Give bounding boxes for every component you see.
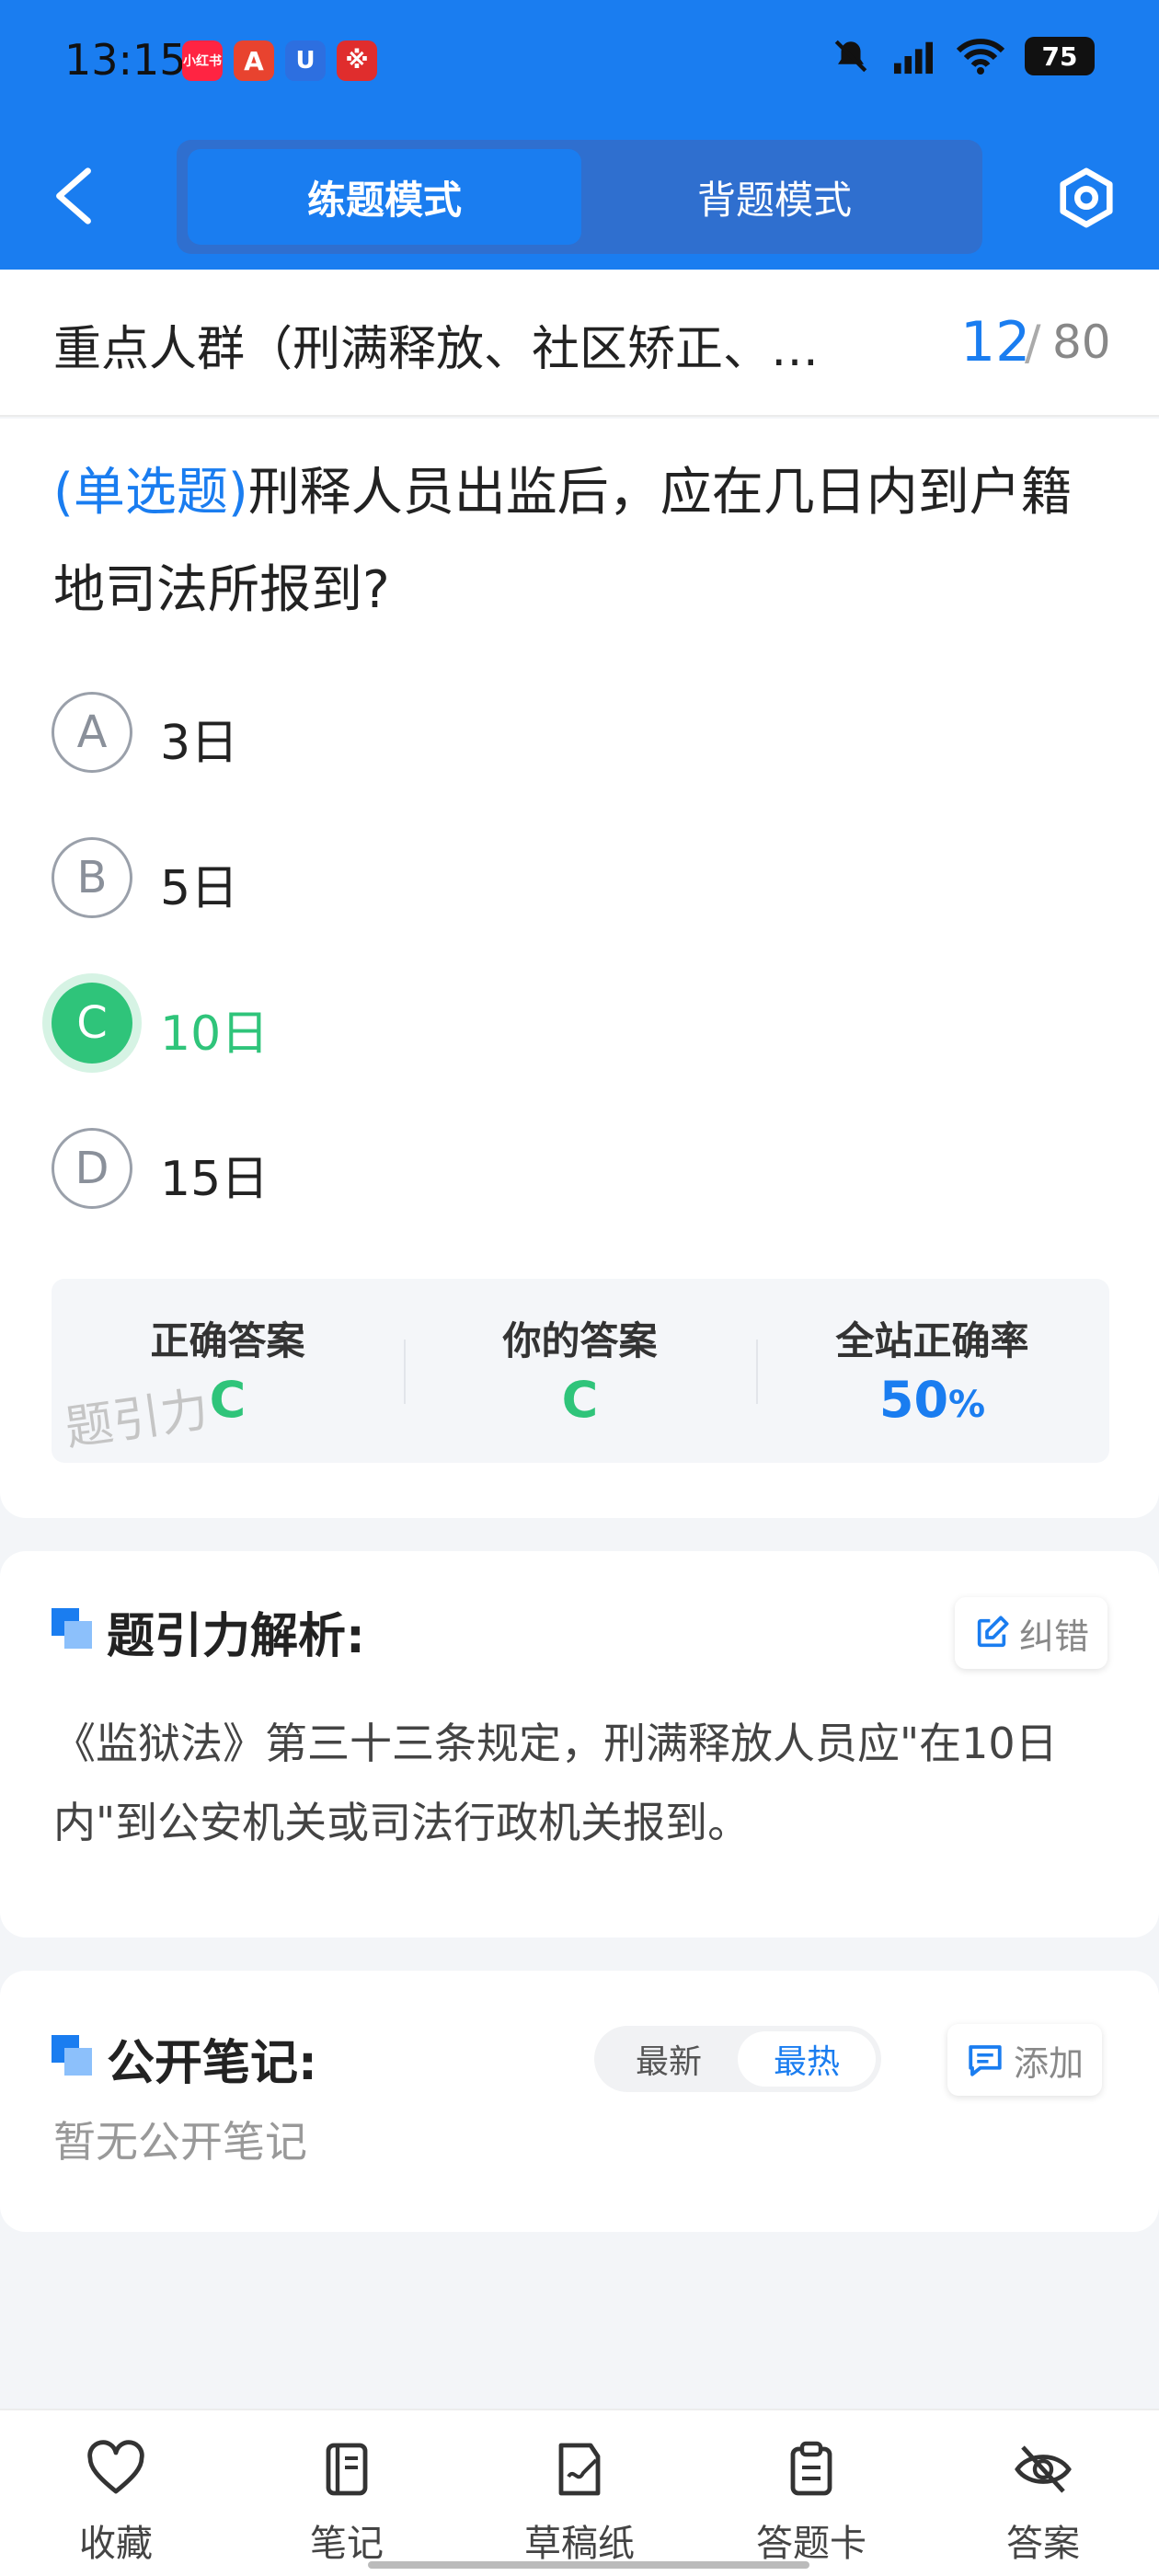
answer-summary: 正确答案 题引力 C 你的答案 C 全站正确率 50% [52, 1279, 1109, 1463]
notes-sort-toggle: 最新 最热 [594, 2026, 881, 2092]
notes-title: 公开笔记: [107, 2036, 317, 2091]
question-total-count: 80 [1052, 316, 1111, 369]
mode-switch: 练题模式 背题模式 [177, 140, 982, 254]
option-c[interactable]: C 10日 [52, 978, 879, 1070]
status-time: 13:15 [64, 35, 187, 85]
draft-icon [558, 2443, 601, 2496]
status-icons: 75 [832, 37, 1095, 75]
heart-icon [87, 2440, 144, 2494]
accuracy-number: 50 [878, 1371, 949, 1429]
site-accuracy-value: 50% [756, 1371, 1108, 1429]
option-text: 10日 [160, 1006, 270, 1062]
analysis-title: 题引力解析: [107, 1609, 365, 1664]
chapter-title: 重点人群（刑满释放、社区矫正、… [53, 322, 820, 377]
option-letter: C [52, 983, 132, 1064]
option-b[interactable]: B 5日 [52, 833, 879, 925]
question-type: (单选题) [53, 463, 248, 523]
site-accuracy-label: 全站正确率 [835, 1318, 1029, 1363]
notes-label: 笔记 [310, 2523, 384, 2565]
bottom-toolbar: 收藏 笔记 草稿纸 答题卡 答案 [0, 2409, 1159, 2576]
favorite-label: 收藏 [79, 2523, 153, 2565]
option-a[interactable]: A 3日 [52, 687, 879, 779]
notebook-icon [326, 2443, 368, 2496]
option-text: 5日 [160, 861, 239, 916]
answer-sheet-icon [790, 2441, 832, 2496]
option-text: 15日 [160, 1152, 270, 1207]
your-answer-block: 你的答案 C [404, 1279, 756, 1463]
question-current-number: 12 [960, 310, 1031, 374]
correct-answer-block: 正确答案 题引力 C [52, 1279, 404, 1463]
option-text: 3日 [160, 716, 239, 771]
notes-button[interactable]: 笔记 [255, 2410, 439, 2576]
analysis-text: 《监狱法》第三十三条规定，刑满释放人员应"在10日内"到公安机关或司法行政机关报… [53, 1719, 1058, 1847]
show-answer-button[interactable]: 答案 [951, 2410, 1135, 2576]
correct-answer-label: 正确答案 [150, 1318, 305, 1363]
progress-separator: / [1025, 316, 1041, 371]
site-accuracy-block: 全站正确率 50% [756, 1279, 1108, 1463]
u-app-icon: U [285, 40, 326, 81]
favorite-button[interactable]: 收藏 [24, 2410, 208, 2576]
question-text: (单选题)刑释人员出监后，应在几日内到户籍地司法所报到? [53, 444, 1111, 639]
add-note-label: 添加 [1014, 2042, 1084, 2084]
chapter-header: 重点人群（刑满释放、社区矫正、… 12 / 80 [0, 270, 1159, 417]
show-answer-label: 答案 [1006, 2523, 1080, 2565]
eye-off-icon [1015, 2445, 1072, 2493]
accuracy-unit: % [948, 1384, 986, 1426]
section-square-icon [52, 2035, 94, 2077]
question-card: (单选题)刑释人员出监后，应在几日内到户籍地司法所报到? A 3日 B 5日 C… [0, 419, 1159, 1518]
option-letter: A [52, 692, 132, 773]
option-letter: D [52, 1128, 132, 1209]
header-bar: 13:15 小红书 A U ※ 75 练题模式 背题模式 [0, 0, 1159, 270]
edit-icon [977, 1616, 1009, 1648]
empty-notes-text: 暂无公开笔记 [53, 2117, 307, 2167]
report-error-button[interactable]: 纠错 [955, 1597, 1108, 1669]
answer-sheet-label: 答题卡 [756, 2523, 866, 2565]
analysis-card: 题引力解析: 纠错 《监狱法》第三十三条规定，刑满释放人员应"在10日内"到公安… [0, 1551, 1159, 1938]
signal-icon [894, 41, 933, 75]
comment-icon [969, 2045, 1002, 2076]
answer-sheet-button[interactable]: 答题卡 [719, 2410, 903, 2576]
home-indicator[interactable] [368, 2561, 809, 2569]
back-arrow-icon[interactable] [52, 166, 96, 226]
mute-bell-icon [834, 40, 867, 73]
section-square-icon [52, 1608, 94, 1650]
red-app-icon: ※ [337, 40, 377, 81]
sort-hottest[interactable]: 最热 [738, 2031, 876, 2087]
report-error-label: 纠错 [1019, 1616, 1090, 1657]
option-letter: B [52, 837, 132, 918]
correct-answer-value: C [209, 1371, 247, 1429]
option-d[interactable]: D 15日 [52, 1123, 879, 1215]
your-answer-label: 你的答案 [502, 1318, 658, 1363]
a-app-icon: A [234, 40, 274, 81]
wifi-icon [957, 39, 1004, 75]
notes-card: 公开笔记: 最新 最热 添加 暂无公开笔记 [0, 1971, 1159, 2232]
draft-paper-button[interactable]: 草稿纸 [488, 2410, 671, 2576]
status-bar: 13:15 小红书 A U ※ 75 [0, 0, 1159, 129]
battery-indicator: 75 [1025, 37, 1095, 75]
tab-practice-mode[interactable]: 练题模式 [188, 149, 581, 245]
settings-icon[interactable] [1054, 166, 1119, 230]
add-note-button[interactable]: 添加 [947, 2024, 1103, 2096]
your-answer-value: C [561, 1371, 599, 1429]
sort-newest[interactable]: 最新 [600, 2031, 738, 2087]
xiaohongshu-icon: 小红书 [182, 40, 223, 81]
draft-paper-label: 草稿纸 [524, 2523, 635, 2565]
tab-recite-mode[interactable]: 背题模式 [578, 149, 971, 245]
